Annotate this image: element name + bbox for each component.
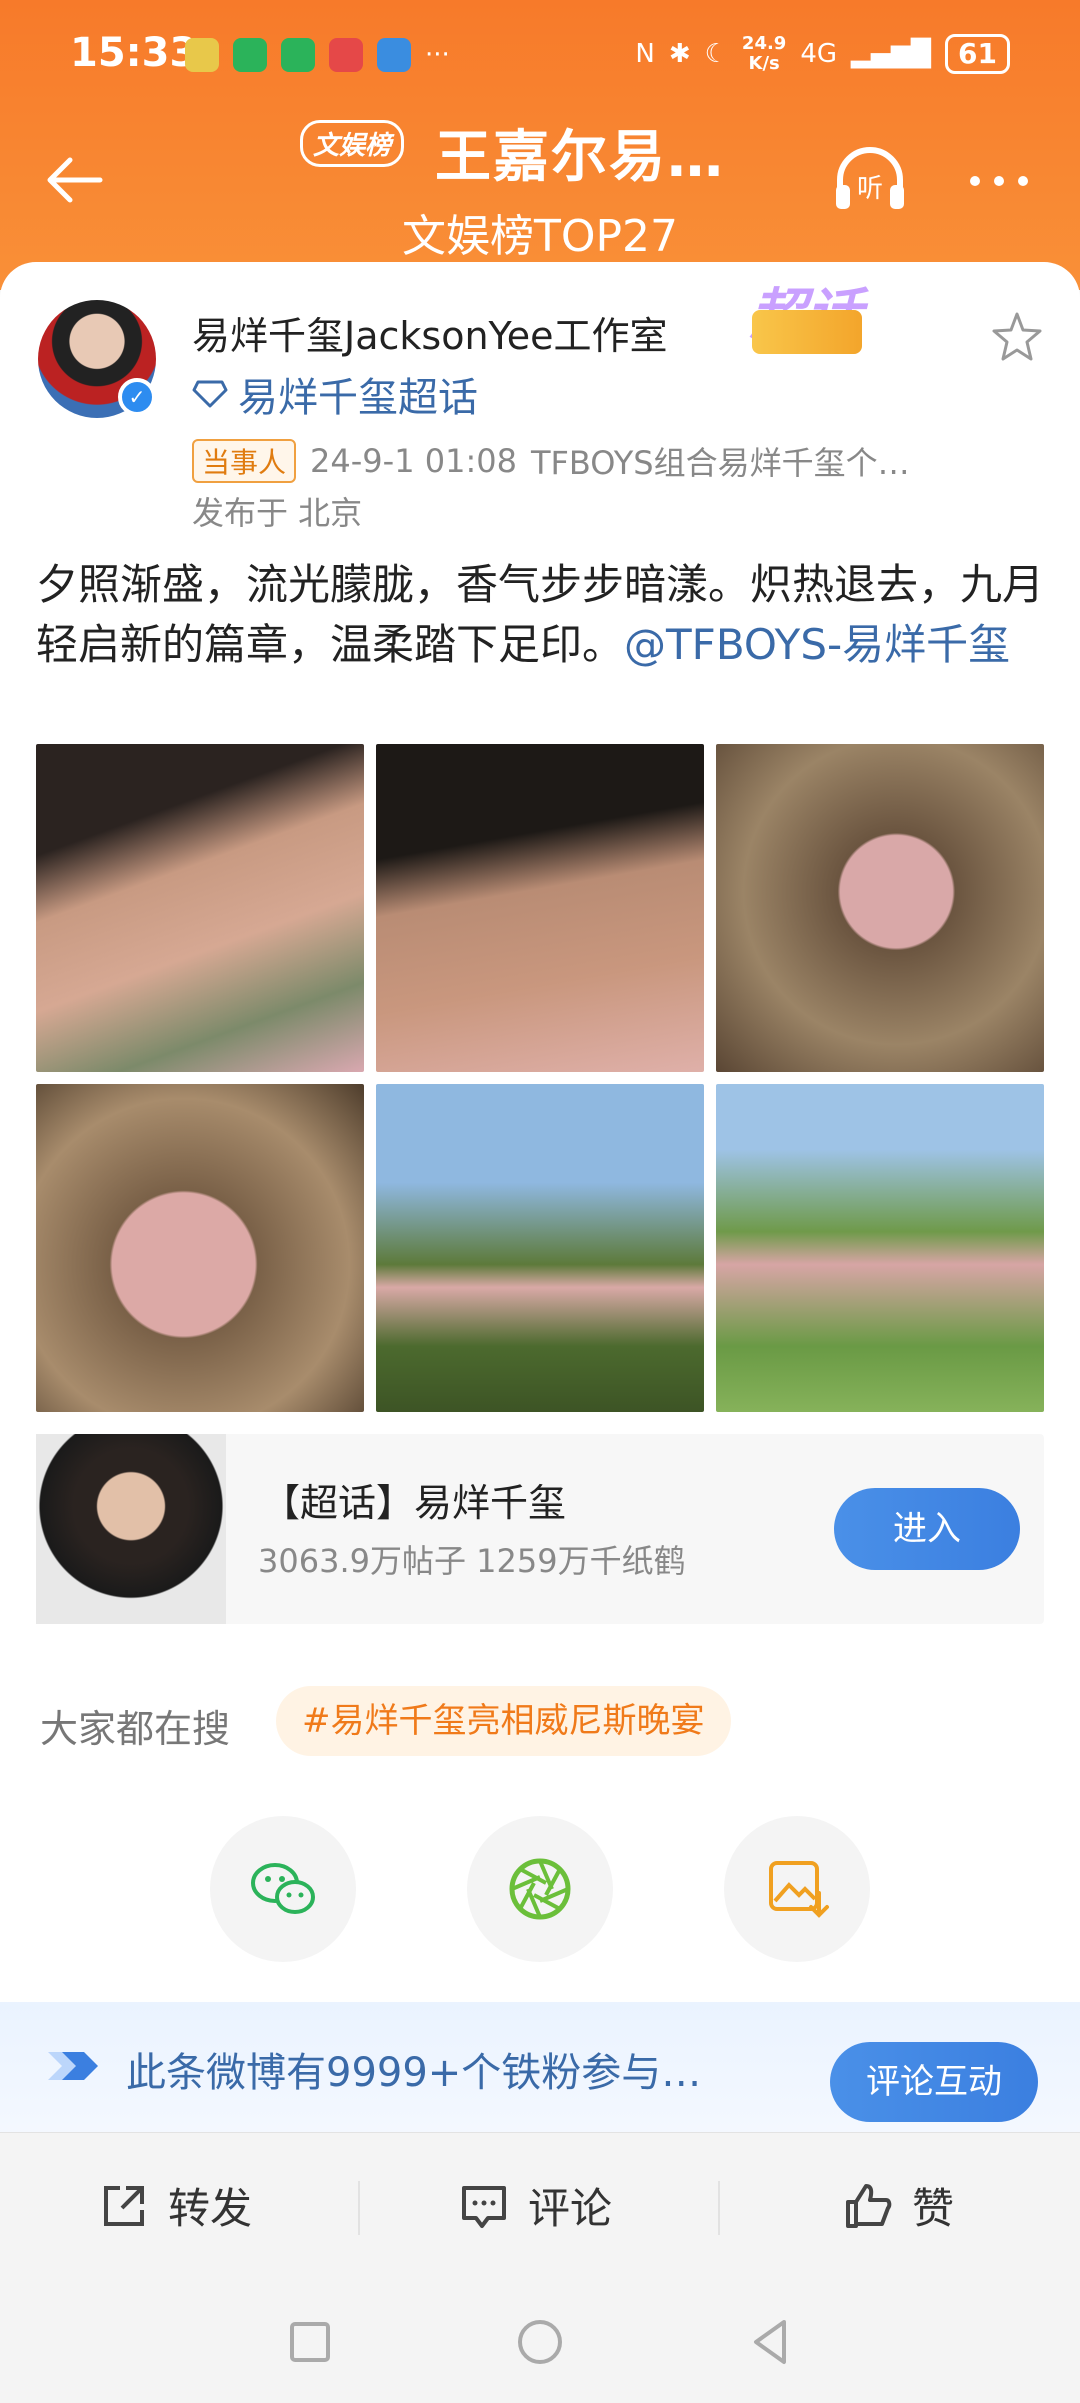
- page-title: 王嘉尔易…: [435, 125, 725, 190]
- battery-indicator: 61: [945, 34, 1010, 74]
- network-speed: 24.9 K/s: [741, 33, 787, 74]
- shield-notification-icon: [377, 38, 411, 72]
- back-nav-icon[interactable]: [740, 2312, 800, 2372]
- divider: [718, 2181, 720, 2235]
- moments-share-button[interactable]: [467, 1816, 613, 1962]
- comment-button[interactable]: 评论: [458, 2175, 612, 2236]
- notification-icons: ···: [185, 38, 450, 72]
- save-image-button[interactable]: [724, 1816, 870, 1962]
- author-name[interactable]: 易烊千玺JacksonYee工作室: [192, 305, 667, 360]
- more-notifications-icon: ···: [425, 40, 450, 70]
- like-label: 赞: [912, 2184, 955, 2233]
- network-type: 4G: [800, 39, 838, 69]
- fan-participation-bar[interactable]: 此条微博有9999+个铁粉参与… 评论互动: [0, 2002, 1080, 2132]
- post-location: 发布于 北京: [192, 494, 363, 532]
- photo-thumbnail[interactable]: [36, 744, 364, 1072]
- wechat-icon: [251, 1863, 315, 1914]
- topic-stats: 3063.9万帖子 1259万千纸鹤: [258, 1542, 686, 1580]
- comment-icon: [462, 2185, 506, 2228]
- page-subtitle[interactable]: 文娱榜TOP27: [0, 200, 1080, 264]
- post-timestamp: 24-9-1 01:08: [310, 442, 517, 480]
- share-row: [0, 1816, 1080, 1962]
- photo-thumbnail[interactable]: [36, 1084, 364, 1412]
- status-time: 15:33: [70, 30, 198, 76]
- comment-label: 评论: [528, 2184, 613, 2233]
- app-notification-icon: [281, 38, 315, 72]
- trending-search-tag[interactable]: #易烊千玺亮相威尼斯晚宴: [276, 1686, 731, 1756]
- comment-interact-button[interactable]: 评论互动: [830, 2042, 1038, 2122]
- app-notification-icon: [185, 38, 219, 72]
- post-meta: 当事人 24-9-1 01:08 TFBOYS组合易烊千玺个…: [192, 438, 910, 484]
- repost-button[interactable]: 转发: [98, 2175, 252, 2236]
- post-content: 夕照渐盛，流光朦胧，香气步步暗漾。炽热退去，九月轻启新的篇章，温柔踏下足印。@T…: [36, 555, 1046, 675]
- system-nav-bar: [0, 2282, 1080, 2403]
- photo-thumbnail[interactable]: [716, 1084, 1044, 1412]
- nfc-icon: N: [635, 39, 655, 69]
- headphones-icon[interactable]: 听: [830, 145, 910, 215]
- thumbs-up-icon: [846, 2183, 892, 2228]
- favorite-star-icon[interactable]: [990, 310, 1044, 364]
- like-button[interactable]: 赞: [842, 2175, 954, 2236]
- more-options-icon[interactable]: [970, 176, 1028, 186]
- moments-aperture-icon: [509, 1858, 571, 1920]
- ranking-tag: 文娱榜: [300, 120, 405, 167]
- post-source: TFBOYS组合易烊千玺个…: [530, 444, 910, 482]
- verified-badge-icon: ✓: [118, 378, 156, 416]
- super-topic-link[interactable]: 易烊千玺超话: [238, 365, 478, 423]
- repost-label: 转发: [168, 2184, 253, 2233]
- save-image-icon: [769, 1861, 829, 1918]
- repost-icon: [104, 2185, 144, 2226]
- photo-thumbnail[interactable]: [716, 744, 1044, 1072]
- signal-icon: ▂▄▆█: [851, 39, 932, 69]
- status-right: N ✱ ☾ 24.9 K/s 4G ▂▄▆█ 61: [635, 34, 1010, 74]
- divider: [358, 2181, 360, 2235]
- topic-cover-image: [36, 1434, 226, 1624]
- mention-link[interactable]: @TFBOYS-易烊千玺: [624, 620, 1010, 669]
- bluetooth-icon: ✱: [668, 39, 691, 69]
- role-tag: 当事人: [192, 439, 297, 483]
- recent-apps-icon[interactable]: [280, 2312, 340, 2372]
- svg-text:听: 听: [857, 174, 883, 204]
- photo-thumbnail[interactable]: [376, 1084, 704, 1412]
- weibo-notification-icon: [329, 38, 363, 72]
- fan-icon: [48, 2052, 98, 2080]
- home-icon[interactable]: [510, 2312, 570, 2372]
- wechat-share-button[interactable]: [210, 1816, 356, 1962]
- trending-search-label: 大家都在搜: [40, 1707, 231, 1751]
- app-notification-icon: [233, 38, 267, 72]
- status-bar: 15:33 ··· N ✱ ☾ 24.9 K/s 4G ▂▄▆█ 61: [0, 0, 1080, 110]
- super-topic-card[interactable]: 【超话】易烊千玺 3063.9万帖子 1259万千纸鹤 进入: [36, 1434, 1044, 1624]
- photo-grid: [36, 744, 1044, 1412]
- diamond-icon: [192, 380, 228, 408]
- moon-icon: ☾: [704, 39, 728, 69]
- action-bar: 转发 评论 赞: [0, 2132, 1080, 2282]
- enter-button[interactable]: 进入: [834, 1488, 1020, 1570]
- photo-thumbnail[interactable]: [376, 744, 704, 1072]
- fan-participation-text: 此条微博有9999+个铁粉参与…: [126, 2050, 702, 2096]
- topic-title: 【超话】易烊千玺: [262, 1481, 567, 1525]
- top-header: 15:33 ··· N ✱ ☾ 24.9 K/s 4G ▂▄▆█ 61 文娱榜 王…: [0, 0, 1080, 290]
- member-crown-icon: [752, 310, 862, 354]
